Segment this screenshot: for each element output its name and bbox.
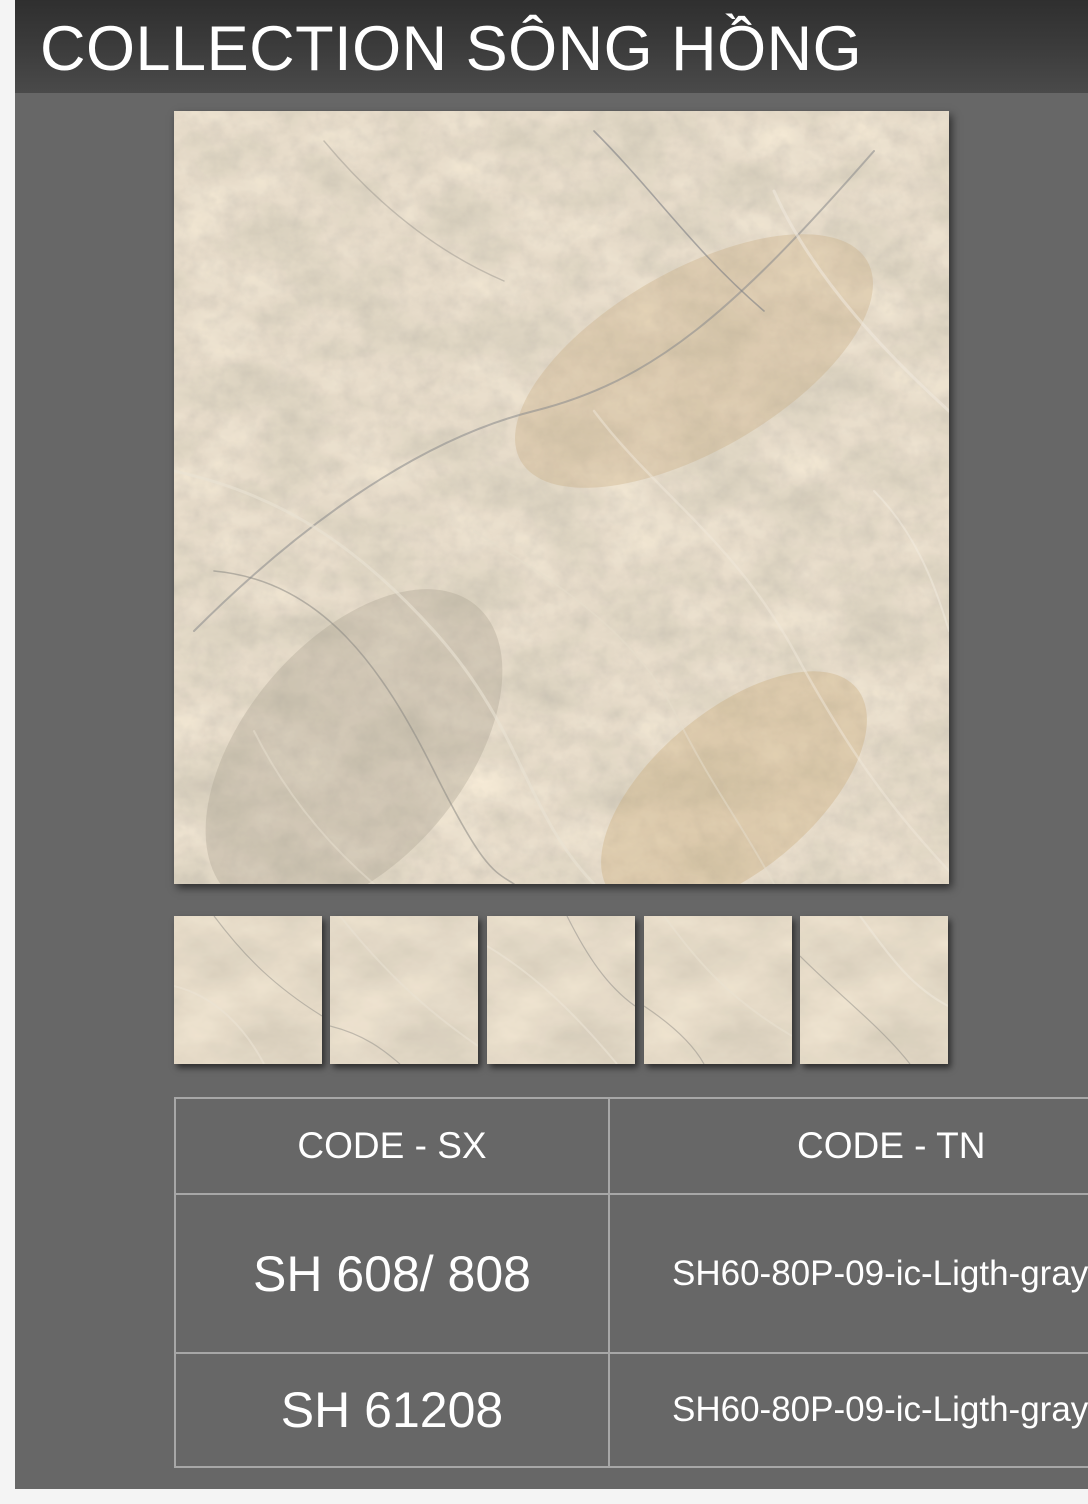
header-code-sx: CODE - SX [174,1097,610,1195]
marble-tile-thumbnail [174,916,322,1064]
table-cell-code-tn: SH60-80P-09-ic-Ligth-gray [608,1193,1088,1354]
marble-tile-image [174,111,949,884]
marble-tile-thumbnail [800,916,948,1064]
table-cell-code-sx: SH 61208 [174,1352,610,1468]
catalog-panel: COLLECTION SÔNG HỒNG CODE - SX CODE - TN… [15,0,1088,1489]
header-code-tn: CODE - TN [608,1097,1088,1195]
marble-tile-thumbnail [644,916,792,1064]
title-bar: COLLECTION SÔNG HỒNG [15,0,1088,93]
table-cell-code-sx: SH 608/ 808 [174,1193,610,1354]
table-cell-code-tn: SH60-80P-09-ic-Ligth-gray [608,1352,1088,1468]
marble-tile-thumbnail [487,916,635,1064]
marble-tile-thumbnail [330,916,478,1064]
product-code-table: CODE - SX CODE - TN SH 608/ 808 SH60-80P… [174,1097,1088,1468]
collection-title: COLLECTION SÔNG HỒNG [40,14,863,84]
